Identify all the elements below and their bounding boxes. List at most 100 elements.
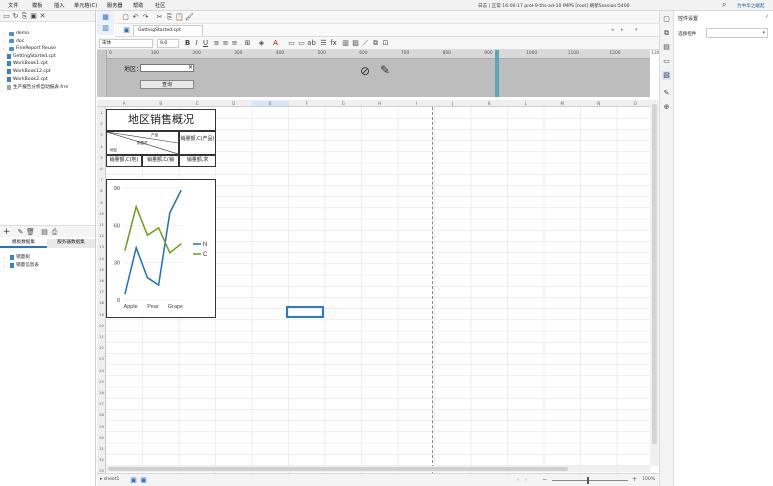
dataset-item[interactable]: › 销量信息表 [4,262,39,268]
column-label[interactable]: B [143,101,180,106]
row-label[interactable]: 10 [97,211,106,216]
chart-cell[interactable]: 0 30 60 90 Apple Pear Grape N C [106,179,216,318]
unmerge-icon[interactable]: ▭ [297,39,306,48]
bold-icon[interactable]: B [183,39,192,48]
column-label[interactable]: N [581,101,618,106]
formula-icon[interactable]: fx [329,39,338,48]
v-scroll-thumb[interactable] [652,104,657,444]
user-link[interactable]: 为中华之崛起 [737,3,765,9]
redo-icon[interactable]: ↷ [141,13,150,22]
header-cell-c[interactable]: 销量额,C(产品) [179,131,216,155]
image-icon[interactable]: ▨ [351,39,360,48]
menu-help[interactable]: 帮助 [133,2,143,9]
expand-arrow-icon[interactable]: › [3,31,7,36]
row-label[interactable]: 15 [97,267,106,272]
tree-file[interactable]: WorkBook2.cpt [7,76,48,82]
tab-scroll-right[interactable]: ▸ [621,27,624,33]
row-label[interactable]: 8 [97,188,106,193]
preview-icon[interactable]: ▤ [40,228,49,237]
column-label[interactable]: I [398,101,435,106]
border-icon[interactable]: ⊞ [243,39,252,48]
row-label[interactable]: 12 [97,233,106,238]
tree-file[interactable]: WorkBook12.cpt [7,69,51,74]
tab-scroll-left[interactable]: ◂ [611,27,614,33]
query-button[interactable]: 查询 [140,80,194,89]
column-label[interactable]: M [544,101,581,106]
row-label[interactable]: 14 [97,256,106,261]
font-size-select[interactable]: 9.0 [157,39,179,48]
row-label[interactable]: 13 [97,244,106,249]
row-label[interactable]: 24 [97,368,106,373]
column-label[interactable]: O [617,101,654,106]
format-painter-icon[interactable]: 🖌 [185,13,194,22]
pencil-icon[interactable]: ✎ [380,63,390,77]
row-label[interactable]: 28 [97,412,106,417]
menu-cell[interactable]: 单元格(C) [74,2,97,9]
row-label[interactable]: 25 [97,379,106,384]
add-icon[interactable]: + [2,228,11,237]
cut-icon[interactable]: ✂ [155,13,164,22]
row-label[interactable]: 20 [97,323,106,328]
tab-template-dataset[interactable]: 模板数据集 [0,239,47,248]
h-scrollbar[interactable] [106,466,650,472]
row-label[interactable]: 22 [97,345,106,350]
align-center-icon[interactable]: ≡ [221,39,230,48]
check-icon[interactable]: ✓ [765,14,769,20]
merge-icon[interactable]: ▭ [287,39,296,48]
row-label[interactable]: 11 [97,222,106,227]
refresh-icon[interactable]: ↻ [11,12,20,21]
row-label[interactable]: 6 [97,166,106,171]
row-label[interactable]: 23 [97,356,106,361]
row-label[interactable]: 1 [97,110,106,115]
cell-c4[interactable]: 销量额,求 [179,155,216,167]
tree-folder[interactable]: › doc [3,39,24,44]
hyperlink-icon[interactable]: ⊕ [662,103,671,112]
condition-icon[interactable]: ✎ [662,89,671,98]
save-icon[interactable]: ▣ [29,12,38,21]
row-label[interactable]: 2 [97,121,106,126]
selected-cell[interactable] [286,306,324,318]
dataset-item[interactable]: › 销量树 [4,254,30,260]
open-icon[interactable]: ▭ [2,12,11,21]
menu-template[interactable]: 模板 [32,2,42,9]
paste-icon[interactable]: 📋 [175,13,184,22]
column-label[interactable]: A [106,101,143,106]
close-icon[interactable]: ✕ [188,64,193,71]
column-label[interactable]: L [508,101,545,106]
diagonal-header-cell[interactable]: 产品 销售员 地区 [106,131,179,155]
zoom-slider[interactable] [552,480,628,481]
richtext-icon[interactable]: ☰ [319,39,328,48]
cell-element-icon[interactable]: ▭ [662,57,671,66]
row-label[interactable]: 32 [97,457,106,462]
slash-icon[interactable]: ⟋ [361,39,370,48]
template-attr-icon[interactable]: ▤ [662,43,671,52]
param-area-combo[interactable] [140,64,194,72]
italic-icon[interactable]: I [192,39,201,48]
tab-server-dataset[interactable]: 服务器数据集 [47,239,95,248]
chart-icon[interactable]: ▥ [341,39,350,48]
add-sheet-icon[interactable]: ▣ [129,476,138,485]
tab-gettingstarted[interactable]: GettingStarted.cpt [133,25,203,36]
report-icon[interactable]: ▦ [101,13,110,22]
menu-file[interactable]: 文件 [8,2,18,9]
row-label[interactable]: 30 [97,435,106,440]
row-label[interactable]: 9 [97,200,106,205]
column-label[interactable]: K [471,101,508,106]
zoom-in-icon[interactable]: + [632,476,637,483]
column-label[interactable]: J [435,101,472,106]
widget-type-select[interactable]: ▾ [706,28,768,38]
delete-icon[interactable]: ✕ [38,12,47,21]
row-label[interactable]: 27 [97,401,106,406]
copy-icon[interactable]: ⎘ [165,13,174,22]
row-label[interactable]: 16 [97,278,106,283]
widget-settings-icon[interactable]: ▧ [662,71,671,80]
cell-attr-icon[interactable]: ▢ [662,15,671,24]
h-scroll-thumb[interactable] [108,467,568,471]
expand-arrow-icon[interactable]: › [3,39,7,44]
scroll-right[interactable]: › [525,477,527,483]
row-label[interactable]: 19 [97,312,106,317]
scroll-left[interactable]: ‹ [517,477,519,483]
float-attr-icon[interactable]: ⧉ [662,29,671,38]
column-label[interactable]: H [362,101,399,106]
row-label[interactable]: 26 [97,390,106,395]
